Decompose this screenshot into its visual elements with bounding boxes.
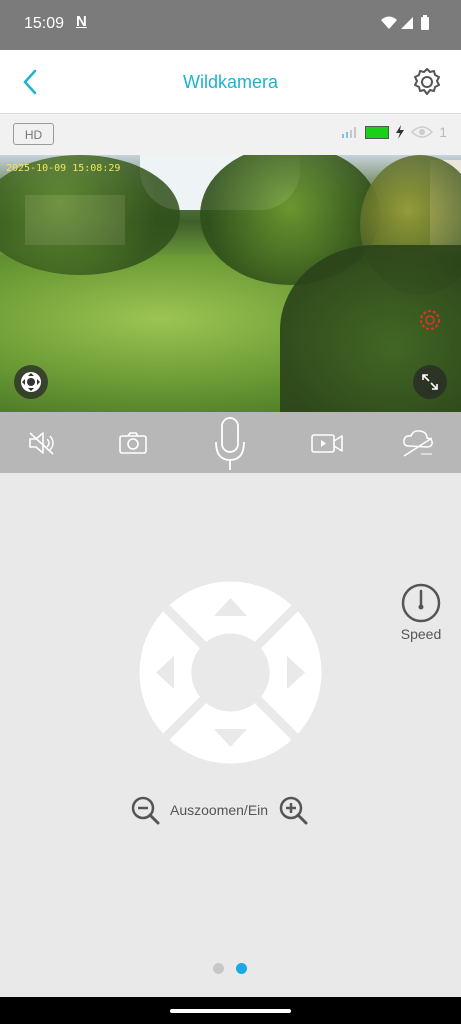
- speed-control[interactable]: Speed: [398, 583, 444, 642]
- page-dot-active[interactable]: [236, 963, 247, 974]
- wifi-icon: [381, 16, 397, 29]
- status-time: 15:09: [24, 15, 65, 32]
- record-button[interactable]: [310, 426, 344, 460]
- status-bar: 15:09 N: [0, 0, 461, 50]
- speaker-muted-icon: [29, 432, 54, 455]
- zoom-label: Auszoomen/Ein: [170, 802, 269, 818]
- ptz-toggle-button[interactable]: [14, 365, 48, 399]
- camera-battery-icon: [365, 125, 390, 139]
- fullscreen-button[interactable]: [413, 365, 447, 399]
- zoom-out-icon[interactable]: [130, 795, 160, 825]
- stream-info-bar: HD 1: [0, 114, 461, 155]
- ptz-panel: Speed Auszoomen/Ein: [0, 473, 461, 997]
- talk-button[interactable]: [213, 416, 247, 472]
- video-control-bar: [0, 412, 461, 473]
- joystick-icon: [21, 372, 41, 392]
- page-indicator: [213, 963, 247, 974]
- video-timestamp: 2025-10-09 15:08:29: [6, 163, 121, 174]
- camera-icon: [119, 432, 147, 454]
- system-nav-bar: [0, 997, 461, 1024]
- snapshot-button[interactable]: [116, 426, 150, 460]
- cloud-disabled-icon: [403, 430, 433, 457]
- mute-button[interactable]: [25, 426, 59, 460]
- signal-icon: [401, 17, 413, 29]
- viewer-eye-icon: [411, 126, 434, 138]
- signal-strength-icon: [342, 127, 357, 138]
- battery-status-icon: [421, 15, 429, 30]
- app-header: Wildkamera: [0, 50, 461, 114]
- video-record-icon: [311, 434, 343, 453]
- recording-indicator-icon: [418, 308, 442, 332]
- speed-label: Speed: [400, 626, 442, 642]
- quality-toggle[interactable]: HD: [13, 123, 54, 145]
- charging-icon: [396, 125, 405, 139]
- status-icons: [379, 14, 435, 39]
- gear-icon: [414, 68, 440, 95]
- cloud-button[interactable]: [401, 426, 435, 460]
- zoom-in-icon[interactable]: [278, 795, 308, 825]
- direction-pad[interactable]: [138, 580, 323, 765]
- live-video[interactable]: 2025-10-09 15:08:29: [0, 155, 461, 412]
- viewer-count: 1: [439, 124, 447, 140]
- zoom-control: Auszoomen/Ein: [130, 795, 308, 825]
- home-gesture-handle[interactable]: [170, 1009, 291, 1013]
- speedometer-icon: [401, 583, 441, 623]
- settings-button[interactable]: [411, 66, 443, 98]
- fullscreen-icon: [422, 374, 438, 390]
- page-title: Wildkamera: [182, 72, 279, 92]
- microphone-icon: [215, 417, 245, 470]
- nfc-icon: N: [76, 13, 87, 30]
- page-dot[interactable]: [213, 963, 224, 974]
